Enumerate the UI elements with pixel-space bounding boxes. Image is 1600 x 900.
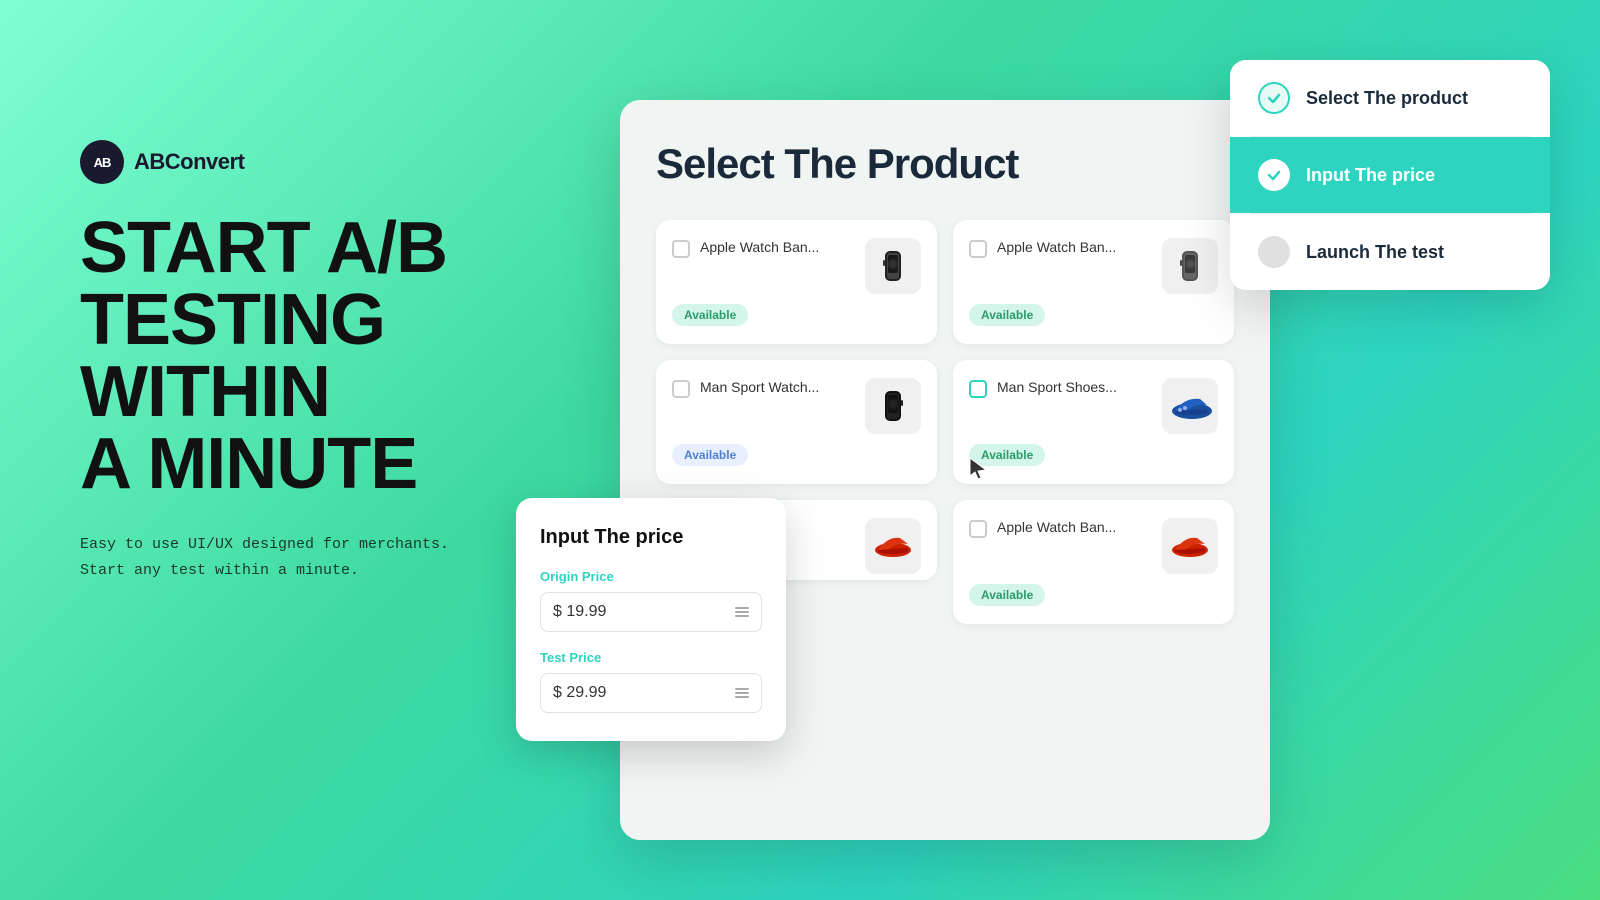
step-item-select-product[interactable]: Select The product	[1230, 60, 1550, 136]
price-card: Input The price Origin Price $ 19.99 Tes…	[516, 498, 786, 741]
product-thumb	[865, 238, 921, 294]
status-badge: Available	[969, 304, 1045, 326]
test-price-input[interactable]: $ 29.99	[540, 673, 762, 713]
product-name: Man Sport Shoes...	[997, 378, 1117, 398]
product-card[interactable]: Man Sport Watch... Available	[656, 360, 937, 484]
status-badge: Available	[672, 444, 748, 466]
origin-price-label: Origin Price	[540, 569, 762, 584]
product-thumb	[1162, 378, 1218, 434]
product-checkbox[interactable]	[672, 240, 690, 258]
status-badge: Available	[969, 444, 1045, 466]
steps-panel: Select The product Input The price Launc…	[1230, 60, 1550, 290]
step-label-select-product: Select The product	[1306, 88, 1468, 109]
test-price-value: $ 29.99	[553, 684, 735, 702]
card-title: Select The Product	[656, 140, 1234, 188]
headline: START A/B TESTING WITHIN A MINUTE	[80, 212, 520, 500]
status-badge: Available	[969, 584, 1045, 606]
product-card[interactable]: Apple Watch Ban... Available	[656, 220, 937, 344]
subtext: Easy to use UI/UX designed for merchants…	[80, 532, 520, 583]
step-label-input-price: Input The price	[1306, 165, 1435, 186]
test-price-label: Test Price	[540, 650, 762, 665]
product-card[interactable]: Apple Watch Ban... Available	[953, 220, 1234, 344]
product-checkbox[interactable]	[969, 520, 987, 538]
product-checkbox[interactable]	[672, 380, 690, 398]
product-name: Man Sport Watch...	[700, 378, 819, 398]
product-checkbox[interactable]	[969, 240, 987, 258]
origin-price-value: $ 19.99	[553, 603, 735, 621]
origin-price-input[interactable]: $ 19.99	[540, 592, 762, 632]
origin-price-stepper[interactable]	[735, 607, 749, 617]
logo-icon: AB	[80, 140, 124, 184]
deco-arc	[1152, 440, 1212, 520]
logo-area: AB ABConvert	[80, 140, 520, 184]
status-badge: Available	[672, 304, 748, 326]
step-icon-active	[1258, 159, 1290, 191]
product-name: Apple Watch Ban...	[700, 238, 819, 258]
logo-name: ABConvert	[134, 149, 244, 175]
product-name: Apple Watch Ban...	[997, 518, 1116, 538]
product-thumb	[865, 378, 921, 434]
test-price-stepper[interactable]	[735, 688, 749, 698]
product-thumb	[1162, 518, 1218, 574]
step-icon-check	[1258, 82, 1290, 114]
step-label-launch-test: Launch The test	[1306, 242, 1444, 263]
price-card-title: Input The price	[540, 526, 762, 549]
step-icon-pending	[1258, 236, 1290, 268]
step-item-input-price[interactable]: Input The price	[1230, 137, 1550, 213]
product-thumb	[1162, 238, 1218, 294]
product-name: Apple Watch Ban...	[997, 238, 1116, 258]
left-section: AB ABConvert START A/B TESTING WITHIN A …	[80, 140, 520, 583]
step-item-launch-test[interactable]: Launch The test	[1230, 214, 1550, 290]
product-checkbox[interactable]	[969, 380, 987, 398]
product-thumb	[865, 518, 921, 574]
